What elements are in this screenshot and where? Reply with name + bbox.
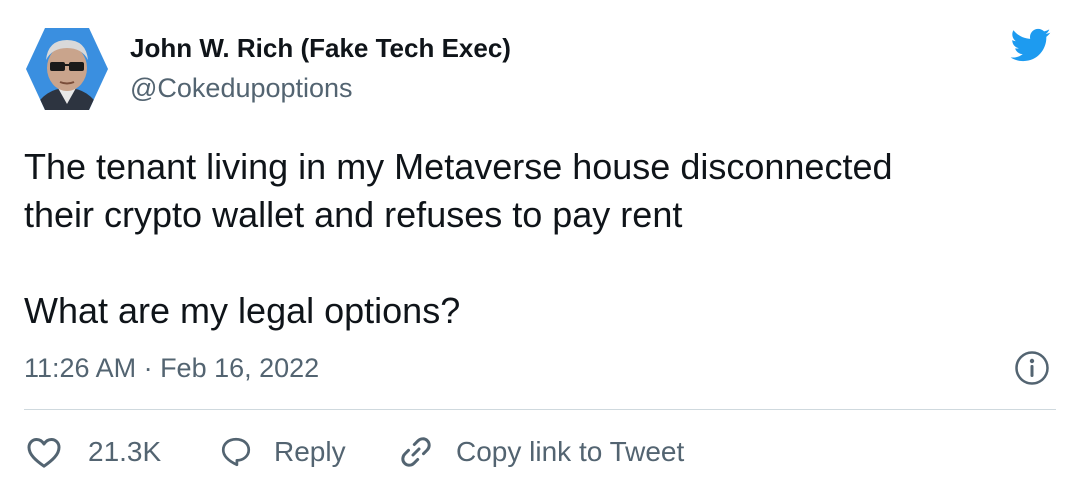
tweet-text-line: What are my legal options? [24, 290, 461, 331]
action-bar: 21.3K Reply Copy link to Tweet [0, 424, 1080, 480]
author-name[interactable]: John W. Rich (Fake Tech Exec) [130, 32, 511, 64]
copy-link-button[interactable]: Copy link to Tweet [396, 424, 684, 480]
heart-icon [27, 438, 61, 468]
tweet-card: John W. Rich (Fake Tech Exec) @Cokedupop… [0, 0, 1080, 486]
copy-link-label: Copy link to Tweet [456, 436, 685, 467]
link-icon [401, 437, 431, 467]
author-handle[interactable]: @Cokedupoptions [130, 72, 353, 104]
tweet-timestamp[interactable]: 11:26 AM · Feb 16, 2022 [24, 352, 319, 384]
twitter-bird-icon[interactable] [1006, 24, 1054, 66]
info-icon[interactable] [1014, 350, 1050, 386]
divider [24, 409, 1056, 410]
like-count: 21.3K [88, 436, 162, 467]
tweet-text: The tenant living in my Metaverse house … [24, 143, 1054, 335]
like-button[interactable]: 21.3K [24, 424, 161, 480]
reply-button[interactable]: Reply [218, 424, 346, 480]
reply-bubble-icon [221, 437, 251, 467]
reply-label: Reply [274, 436, 346, 467]
tweet-text-line: The tenant living in my Metaverse house … [24, 146, 893, 187]
avatar[interactable] [24, 26, 110, 112]
tweet-text-line: their crypto wallet and refuses to pay r… [24, 194, 683, 235]
